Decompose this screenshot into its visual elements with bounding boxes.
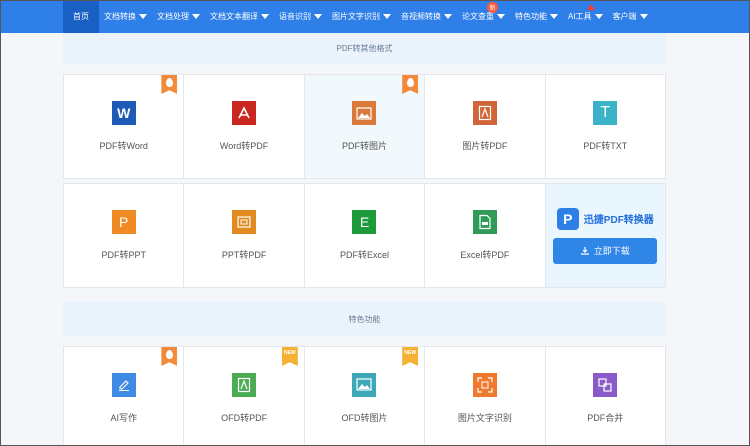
features-row: AI写作 NEW OFD转PDF NEW OFD转图片 图片文字识别 PDF合并 — [63, 346, 666, 446]
nav-label: 文档处理 — [157, 12, 189, 21]
caret-down-icon — [639, 14, 648, 19]
pdf-convert-row-2: P PDF转PPT PPT转PDF E PDF转Excel Excel转PDF … — [63, 183, 666, 288]
image-icon — [352, 101, 377, 125]
hot-flag — [161, 347, 178, 366]
excel-icon: E — [352, 210, 377, 234]
card-pdf-to-image[interactable]: PDF转图片 — [304, 75, 425, 178]
nav-paper-check[interactable]: 论文查重新 — [457, 0, 510, 33]
caret-down-icon — [444, 14, 452, 19]
hot-flag — [402, 75, 419, 94]
card-label: OFD转PDF — [221, 412, 268, 423]
card-label: PDF转TXT — [583, 141, 628, 151]
card-label: 图片文字识别 — [457, 412, 512, 423]
card-label: Excel转PDF — [460, 250, 510, 260]
card-label: PDF转PPT — [101, 250, 146, 260]
card-label: OFD转图片 — [341, 412, 388, 423]
word-icon: W — [111, 101, 136, 125]
nav-speech[interactable]: 语音识别 — [274, 0, 327, 33]
pin-icon — [587, 4, 595, 10]
card-image-to-pdf[interactable]: 图片转PDF — [425, 75, 545, 178]
card-ofd-to-pdf[interactable]: NEW OFD转PDF — [184, 347, 304, 446]
nav-doc-convert[interactable]: 文档转换 — [99, 0, 152, 33]
caret-down-icon — [550, 14, 558, 19]
card-ofd-to-image[interactable]: NEW OFD转图片 — [304, 347, 425, 446]
card-label: AI写作 — [110, 412, 137, 423]
nav-translate[interactable]: 文档文本翻译 — [205, 0, 274, 33]
promo-card: P 迅捷PDF转换器 立即下载 — [545, 184, 665, 287]
nav-doc-process[interactable]: 文档处理 — [152, 0, 205, 33]
card-pdf-to-ppt[interactable]: P PDF转PPT — [64, 184, 184, 287]
new-flag: NEW — [402, 347, 419, 366]
card-label: PDF转Excel — [339, 250, 389, 260]
section-title-features: 特色功能 — [63, 302, 666, 336]
card-label: PDF合并 — [587, 412, 624, 423]
ofd-image-icon — [352, 372, 377, 397]
card-label: Word转PDF — [219, 141, 269, 151]
card-word-to-pdf[interactable]: Word转PDF — [184, 75, 304, 178]
ofd-pdf-icon — [232, 372, 257, 397]
nav-features[interactable]: 特色功能 — [510, 0, 563, 33]
hot-flag — [161, 75, 178, 94]
nav-ai-tools[interactable]: AI工具 — [563, 0, 608, 33]
nav-label: 音视频转换 — [401, 12, 441, 21]
nav-label: 特色功能 — [515, 12, 547, 21]
pen-icon — [111, 372, 136, 397]
download-icon — [580, 246, 589, 255]
top-nav: 首页 文档转换 文档处理 文档文本翻译 语音识别 图片文字识别 音视频转换 论文… — [0, 0, 750, 33]
nav-client[interactable]: 客户端 — [608, 0, 653, 33]
merge-icon — [593, 372, 618, 397]
ppt-icon: P — [111, 210, 136, 234]
nav-label: 文档转换 — [104, 12, 136, 21]
download-label: 立即下载 — [593, 246, 630, 256]
new-badge: 新 — [487, 2, 498, 13]
nav-label: 客户端 — [612, 12, 637, 21]
pdf-icon — [232, 101, 257, 125]
text-icon: T — [593, 101, 618, 125]
caret-down-icon — [139, 14, 147, 19]
nav-label: AI工具 — [568, 12, 592, 21]
nav-label: 首页 — [73, 12, 89, 21]
card-pdf-to-excel[interactable]: E PDF转Excel — [304, 184, 425, 287]
download-button[interactable]: 立即下载 — [553, 237, 658, 264]
caret-down-icon — [383, 14, 391, 19]
pdf-icon — [472, 101, 497, 125]
pdf-convert-row-1: W PDF转Word Word转PDF PDF转图片 图片转PDF T PDF转… — [63, 74, 666, 179]
caret-down-icon — [261, 14, 269, 19]
card-ai-writing[interactable]: AI写作 — [64, 347, 184, 446]
card-label: PDF转Word — [99, 141, 148, 151]
nav-label: 文档文本翻译 — [210, 12, 258, 21]
excel-pdf-icon — [472, 210, 497, 234]
section-title-pdf-convert: PDF转其他格式 — [63, 33, 666, 64]
caret-down-icon — [594, 14, 603, 19]
nav-label: 论文查重 — [462, 12, 494, 21]
nav-label: 语音识别 — [279, 12, 311, 21]
card-label: PDF转图片 — [341, 141, 387, 151]
nav-ocr[interactable]: 图片文字识别 — [327, 0, 396, 33]
nav-label: 图片文字识别 — [332, 12, 380, 21]
new-flag: NEW — [281, 347, 298, 366]
flame-icon — [165, 350, 173, 359]
flame-icon — [406, 78, 414, 87]
app-logo-icon: P — [556, 207, 579, 230]
card-excel-to-pdf[interactable]: Excel转PDF — [425, 184, 545, 287]
card-image-ocr[interactable]: 图片文字识别 — [425, 347, 545, 446]
card-ppt-to-pdf[interactable]: PPT转PDF — [184, 184, 304, 287]
card-label: 图片转PDF — [462, 141, 508, 151]
card-label: PPT转PDF — [221, 250, 267, 260]
promo-logo: P 迅捷PDF转换器 — [556, 207, 654, 230]
card-pdf-to-txt[interactable]: T PDF转TXT — [545, 75, 665, 178]
card-pdf-merge[interactable]: PDF合并 — [545, 347, 665, 446]
card-pdf-to-word[interactable]: W PDF转Word — [64, 75, 184, 178]
nav-home[interactable]: 首页 — [63, 0, 99, 33]
promo-app-name: 迅捷PDF转换器 — [583, 215, 654, 226]
flame-icon — [165, 78, 173, 87]
nav-av[interactable]: 音视频转换 — [396, 0, 457, 33]
ocr-icon — [472, 372, 497, 397]
caret-down-icon — [192, 14, 200, 19]
caret-down-icon — [314, 14, 322, 19]
ppt-pdf-icon — [232, 210, 257, 234]
caret-down-icon — [497, 14, 505, 19]
